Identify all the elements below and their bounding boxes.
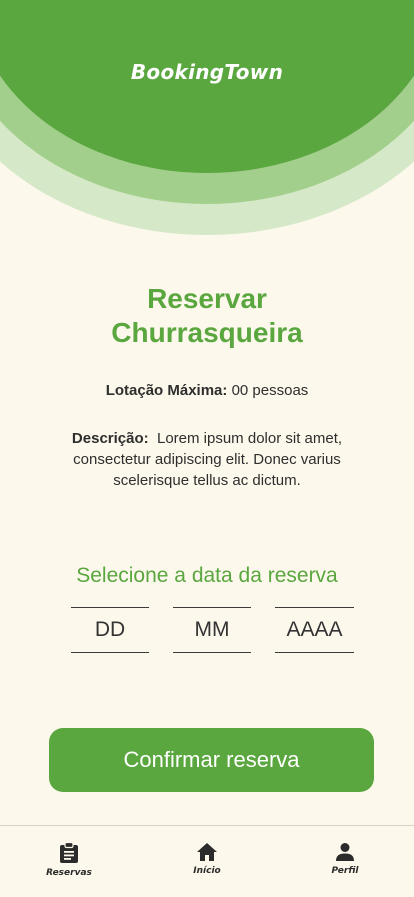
nav-item-inicio[interactable]: Início xyxy=(167,842,247,876)
description-info: Descrição: Lorem ipsum dolor sit amet, c… xyxy=(50,428,364,491)
title-line-2: Churrasqueira xyxy=(111,317,303,348)
capacity-info: Lotação Máxima: 00 pessoas xyxy=(0,382,414,399)
nav-item-perfil[interactable]: Perfil xyxy=(305,842,385,876)
page-title: Reservar Churrasqueira xyxy=(0,282,414,350)
capacity-value: 00 pessoas xyxy=(231,382,309,399)
description-label: Descrição: xyxy=(71,430,149,447)
nav-label-reservas: Reservas xyxy=(46,868,92,878)
app-logo: BookingTown xyxy=(130,60,284,84)
confirm-reservation-button[interactable]: Confirmar reserva xyxy=(49,728,374,792)
home-icon xyxy=(197,843,217,861)
clipboard-icon xyxy=(60,842,78,863)
bottom-nav: Reservas Início Perfil xyxy=(0,825,414,897)
date-label: Selecione a data da reserva xyxy=(76,564,338,587)
year-input[interactable] xyxy=(275,607,354,653)
person-icon xyxy=(336,843,354,861)
header-arcs xyxy=(0,0,414,235)
nav-label-perfil: Perfil xyxy=(331,866,359,876)
capacity-label: Lotação Máxima: xyxy=(105,382,228,399)
header-banner: BookingTown xyxy=(0,0,414,240)
title-line-1: Reservar xyxy=(147,283,267,314)
nav-item-reservas[interactable]: Reservas xyxy=(29,842,109,878)
nav-label-inicio: Início xyxy=(193,866,221,876)
month-input[interactable] xyxy=(173,607,251,653)
day-input[interactable] xyxy=(71,607,149,653)
